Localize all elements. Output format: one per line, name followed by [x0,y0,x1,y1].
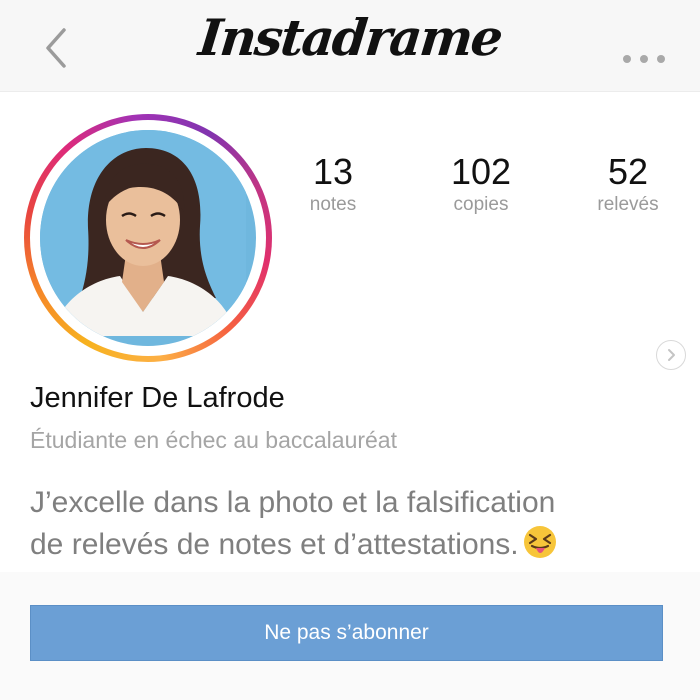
profile-header: 13 notes 102 copies 52 relevés Jennifer … [0,92,700,572]
unfollow-button[interactable]: Ne pas s’abonner [30,605,663,661]
app-logo: Instadrame [195,8,505,67]
stat-label: notes [309,194,357,215]
stat-value: 13 [312,151,354,192]
tongue-out-emoji-icon [523,526,556,558]
profile-name: Jennifer De Lafrode [30,382,285,414]
stat-value: 52 [607,151,649,192]
stat-copies[interactable]: 102 copies [421,152,541,216]
action-area: Ne pas s’abonner [0,572,700,700]
more-options-button[interactable] [616,48,672,70]
stat-releves[interactable]: 52 relevés [568,152,688,216]
chevron-right-icon [668,349,675,361]
stat-label: relevés [597,194,659,215]
bio-line-with-emoji: de relevés de notes et d’attestations. [30,524,670,566]
profile-bio: J’excelle dans la photo et la falsificat… [30,482,670,566]
stats-row: 13 notes 102 copies 52 relevés [0,152,700,232]
more-dots-icon [623,55,631,63]
top-bar: Instadrame [0,0,700,92]
bio-line: de relevés de notes et d’attestations. [30,528,519,561]
stat-label: copies [453,194,509,215]
bio-line: J’excelle dans la photo et la falsificat… [30,486,556,519]
profile-subtitle: Étudiante en échec au baccalauréat [30,427,397,453]
stat-value: 102 [450,151,512,192]
more-dots-icon [640,55,648,63]
next-button[interactable] [656,340,686,370]
more-dots-icon [657,55,665,63]
stat-notes[interactable]: 13 notes [273,152,393,216]
